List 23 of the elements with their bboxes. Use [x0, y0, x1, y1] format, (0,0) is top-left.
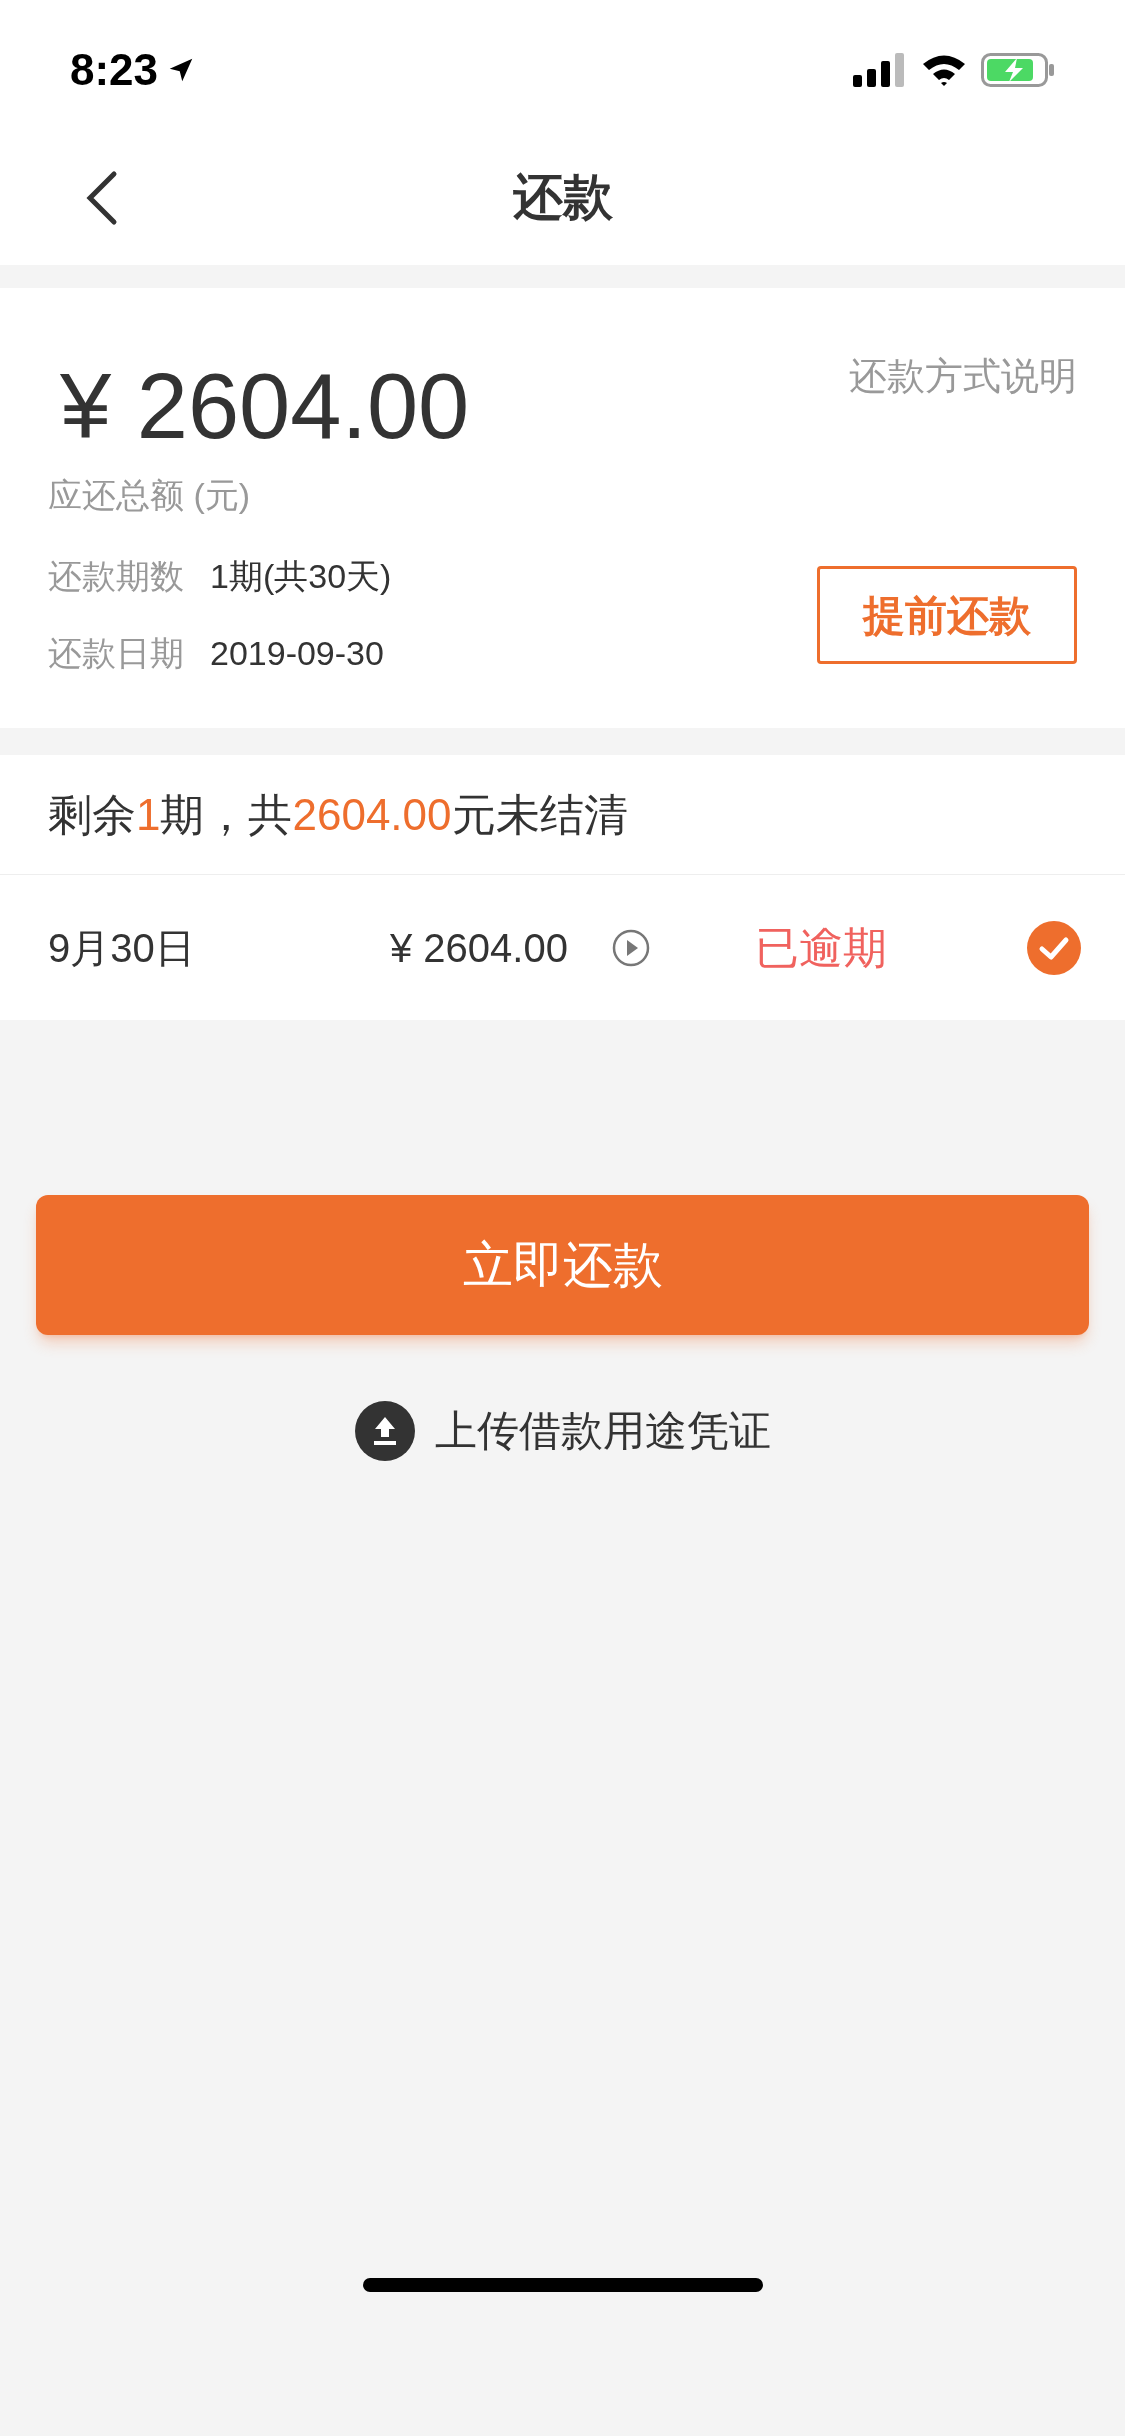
back-icon[interactable] — [84, 169, 118, 226]
signal-icon — [853, 53, 907, 87]
status-time: 8:23 — [70, 44, 159, 96]
pay-now-button[interactable]: 立即还款 — [36, 1195, 1089, 1335]
wifi-icon — [921, 53, 967, 87]
amount-label: 应还总额 (元) — [48, 475, 252, 516]
total-amount: ¥ 2604.00 — [59, 360, 470, 452]
overdue-status: 已逾期 — [755, 921, 887, 974]
installment-amount: ¥ 2604.00 — [390, 924, 569, 972]
battery-charging-icon — [981, 53, 1055, 87]
repayment-method-link[interactable]: 还款方式说明 — [849, 348, 1077, 405]
prepay-button[interactable]: 提前还款 — [817, 566, 1077, 664]
detail-label: 还款日期 — [48, 633, 184, 674]
play-circle-icon[interactable] — [612, 928, 650, 967]
check-circle-icon[interactable] — [1027, 920, 1081, 975]
installment-date: 9月30日 — [48, 924, 196, 972]
detail-value: 2019-09-30 — [210, 633, 384, 674]
upload-icon[interactable] — [354, 1400, 415, 1461]
page-title: 还款 — [512, 168, 613, 227]
detail-value: 1期(共30天) — [210, 556, 392, 597]
upload-proof-link[interactable]: 上传借款用途凭证 — [434, 1399, 771, 1462]
remaining-summary: 剩余1期，共2604.00元未结清 — [0, 755, 1125, 875]
detail-label: 还款期数 — [48, 556, 184, 597]
